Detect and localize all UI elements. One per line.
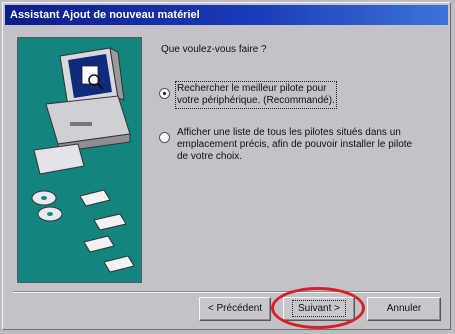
title-bar: Assistant Ajout de nouveau matériel (5, 5, 448, 25)
option-list-drivers[interactable]: Afficher une liste de tous les pilotes s… (159, 127, 425, 163)
option-list-drivers-label: Afficher une liste de tous les pilotes s… (177, 127, 413, 162)
next-button[interactable]: Suivant > (283, 297, 355, 321)
radio-list-drivers[interactable] (159, 132, 170, 143)
next-button-label: Suivant > (292, 300, 346, 317)
wizard-question: Que voulez-vous faire ? (161, 44, 267, 55)
cancel-button[interactable]: Annuler (367, 297, 441, 321)
button-separator (13, 291, 440, 293)
option-search-best-driver-label: Rechercher le meilleur pilote pour votre… (175, 81, 337, 109)
wizard-window: Assistant Ajout de nouveau matériel Que … (2, 2, 451, 330)
radio-search-best-driver[interactable] (159, 88, 170, 99)
option-search-best-driver[interactable]: Rechercher le meilleur pilote pour votre… (159, 81, 337, 109)
computer-disks-illustration-icon (17, 37, 142, 283)
back-button[interactable]: < Précédent (199, 297, 271, 321)
window-title: Assistant Ajout de nouveau matériel (10, 9, 200, 21)
